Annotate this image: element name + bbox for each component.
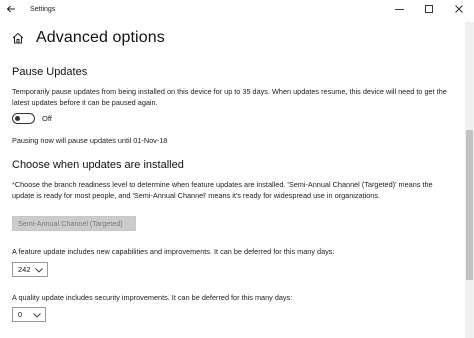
quality-update-label: A quality update includes security impro…	[12, 293, 293, 302]
branch-readiness-description: *Choose the branch readiness level to de…	[12, 180, 436, 201]
maximize-button[interactable]	[414, 0, 444, 18]
pause-updates-description: Temporarily pause updates from being ins…	[12, 87, 447, 107]
feature-deferral-value: 242	[18, 265, 31, 274]
minimize-button[interactable]	[384, 0, 414, 18]
pause-status-text: Pausing now will pause updates until 01-…	[12, 136, 168, 145]
maximize-icon	[425, 5, 433, 13]
close-button[interactable]	[444, 0, 474, 18]
window-title: Settings	[30, 5, 56, 13]
branch-readiness-value: Semi-Annual Channel (Targeted)	[18, 219, 123, 228]
home-button[interactable]	[12, 31, 26, 45]
page-title: Advanced options	[36, 29, 165, 46]
quality-deferral-select[interactable]: 0	[12, 307, 46, 322]
pause-updates-heading: Pause Updates	[12, 66, 88, 78]
quality-deferral-value: 0	[18, 310, 23, 319]
title-bar: Settings	[0, 0, 474, 18]
feature-update-label: A feature update includes new capabiliti…	[12, 247, 335, 256]
branch-readiness-select: Semi-Annual Channel (Targeted)	[12, 216, 136, 231]
branch-readiness-text: Choose the branch readiness level to det…	[12, 180, 433, 200]
toggle-knob	[15, 116, 20, 121]
back-arrow-icon	[6, 5, 15, 13]
choose-updates-heading: Choose when updates are installed	[12, 159, 184, 171]
back-button[interactable]	[0, 0, 22, 18]
page-header: Advanced options	[12, 26, 165, 50]
feature-deferral-select[interactable]: 242	[12, 262, 48, 277]
pause-updates-toggle[interactable]	[12, 113, 35, 124]
settings-window: Settings Advanced options Pause Updates …	[0, 0, 474, 338]
minimize-icon	[394, 8, 404, 10]
home-icon	[12, 32, 24, 44]
toggle-state-label: Off	[42, 114, 52, 123]
scrollbar-thumb[interactable]	[466, 130, 473, 280]
vertical-scrollbar[interactable]	[465, 22, 474, 338]
close-icon	[455, 5, 463, 13]
chevron-down-icon	[35, 268, 43, 273]
chevron-down-icon	[33, 313, 41, 318]
window-controls	[384, 0, 474, 18]
